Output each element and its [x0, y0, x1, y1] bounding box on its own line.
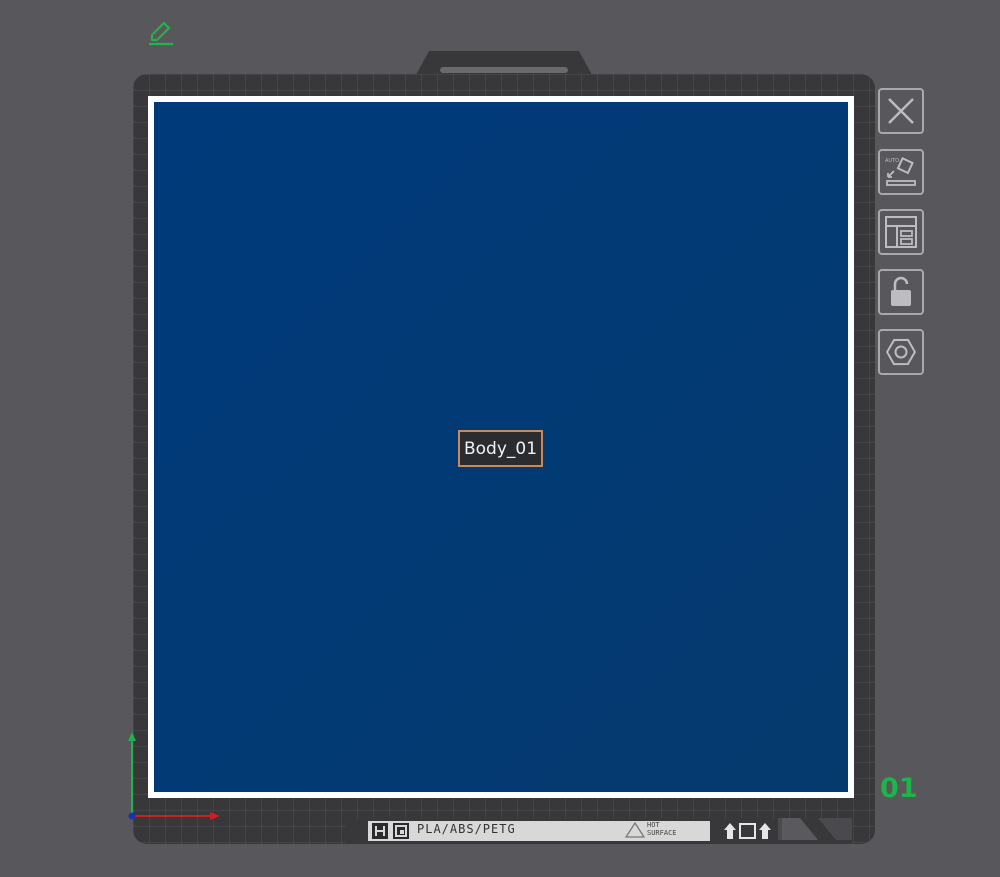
plate-number: 01	[880, 773, 918, 804]
material-compatibility: PLA/ABS/PETG	[417, 822, 516, 836]
svg-text:AUTO: AUTO	[885, 158, 899, 164]
arrange-icon	[885, 216, 917, 248]
auto-orient-icon: AUTO	[885, 157, 916, 186]
plate-type-icon	[372, 823, 388, 839]
warning-icon	[625, 822, 645, 838]
warning-line-1: HOT	[647, 821, 660, 829]
plate-corner-notch	[778, 818, 852, 840]
plate-texture-icon	[393, 823, 409, 839]
hot-surface-warning: HOT SURFACE	[647, 821, 677, 837]
auto-orient-button[interactable]: AUTO	[878, 149, 924, 195]
double-sided-icon	[724, 823, 771, 839]
settings-button[interactable]	[878, 329, 924, 375]
pencil-icon[interactable]	[146, 18, 176, 48]
axis-gizmo	[128, 732, 220, 820]
y-axis-arrow-icon	[128, 732, 136, 741]
warning-line-2: SURFACE	[647, 829, 677, 837]
arrange-button[interactable]	[878, 209, 924, 255]
plate-handle	[440, 67, 568, 73]
close-icon	[888, 98, 914, 124]
lock-icon	[891, 276, 911, 306]
lock-button[interactable]	[878, 269, 924, 315]
origin-dot	[128, 812, 136, 820]
x-axis-arrow-icon	[210, 812, 220, 820]
close-button[interactable]	[878, 88, 924, 134]
settings-icon	[885, 338, 917, 366]
object-label[interactable]: Body_01	[458, 430, 543, 467]
